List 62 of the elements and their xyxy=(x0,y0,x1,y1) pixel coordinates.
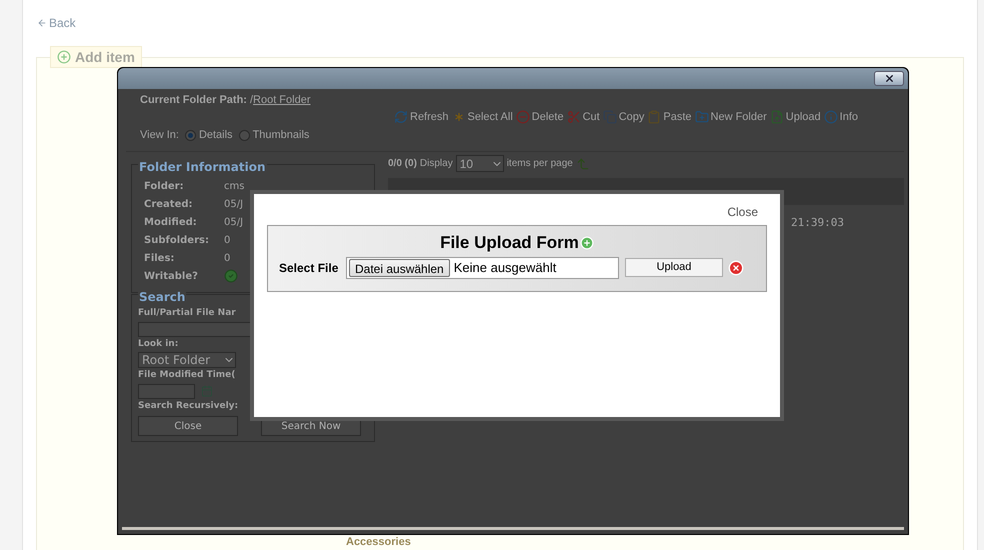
root-folder-link[interactable]: Root Folder xyxy=(253,92,310,108)
choose-file-button[interactable]: Datei auswählen xyxy=(349,258,450,276)
select-file-label: Select File xyxy=(279,260,340,276)
upload-form-title: File Upload Form xyxy=(440,232,579,254)
file-input[interactable]: Datei auswählen Keine ausgewählt xyxy=(346,256,619,278)
folder-info-value: 05/J xyxy=(224,198,244,212)
folder-info-label: Created: xyxy=(144,198,194,212)
no-file-text: Keine ausgewählt xyxy=(454,258,556,277)
toolbar-button[interactable]: Cut xyxy=(566,109,600,126)
view-radio[interactable]: Thumbnails xyxy=(238,127,310,144)
scissors-icon xyxy=(566,110,581,124)
close-link[interactable]: Close xyxy=(727,203,758,221)
date-field[interactable] xyxy=(138,384,195,398)
folder-info-value: cms xyxy=(224,180,246,194)
plus-circle-icon xyxy=(57,50,71,64)
items-per-page-label: items per page xyxy=(506,157,573,171)
page-size-dropdown[interactable]: 10 xyxy=(456,155,504,172)
close-button[interactable] xyxy=(874,71,904,86)
back-arrow-icon xyxy=(37,18,47,28)
modified-time-label: File Modified Time( xyxy=(138,369,236,382)
toolbar-button[interactable]: Select All xyxy=(452,109,513,126)
toolbar-button[interactable]: Delete xyxy=(516,109,564,126)
refresh-icon xyxy=(394,110,408,124)
search-panel-button[interactable]: Close xyxy=(138,416,238,436)
minus-circle-icon xyxy=(516,110,530,124)
folder-info-value: 05/J xyxy=(224,216,244,230)
folder-info-label: Folder: xyxy=(144,180,185,194)
folder-info-label: Writable? xyxy=(144,270,199,284)
look-in-label: Look in: xyxy=(138,338,180,350)
toolbar-button[interactable]: Refresh xyxy=(394,109,449,126)
toolbar-button[interactable]: Copy xyxy=(602,109,644,126)
info-icon xyxy=(824,110,838,124)
item-count: 0/0 (0) xyxy=(388,157,417,171)
clipboard-icon xyxy=(647,110,662,124)
search-recursively-label: Search Recursively: xyxy=(138,400,240,412)
category-label: Accessories xyxy=(346,536,411,549)
view-in-label: View In: xyxy=(140,128,179,143)
toolbar-button[interactable]: Upload xyxy=(770,109,821,126)
check-icon xyxy=(224,269,238,283)
folder-info-value: 0 xyxy=(224,252,232,266)
back-link[interactable]: Back xyxy=(37,14,76,32)
table-cell-text: 21:39:03 xyxy=(791,215,844,231)
display-label: Display xyxy=(420,157,453,171)
folder-info-value: 0 xyxy=(224,234,232,248)
folder-info-label: Subfolders: xyxy=(144,234,210,248)
add-item-title: Add item xyxy=(75,48,135,66)
look-in-dropdown[interactable]: Root Folder xyxy=(138,352,236,368)
folder-plus-icon xyxy=(694,110,709,124)
file-upload-icon xyxy=(770,110,784,124)
upload-button[interactable]: Upload xyxy=(625,258,723,277)
folder-info-label: Files: xyxy=(144,252,176,266)
remove-icon[interactable] xyxy=(728,260,744,276)
current-folder-label: Current Folder Path: xyxy=(140,93,247,108)
folder-info-label: Modified: xyxy=(144,216,198,230)
path-separator: / xyxy=(250,93,254,108)
view-radio[interactable]: Details xyxy=(184,127,233,144)
toolbar-button[interactable]: Info xyxy=(824,109,858,126)
toolbar-button[interactable]: Paste xyxy=(647,109,692,126)
file-name-label: Full/Partial File Nar xyxy=(138,307,237,320)
toolbar-button[interactable]: New Folder xyxy=(694,109,767,126)
close-icon xyxy=(884,73,894,84)
plus-circle-icon[interactable] xyxy=(580,236,594,250)
